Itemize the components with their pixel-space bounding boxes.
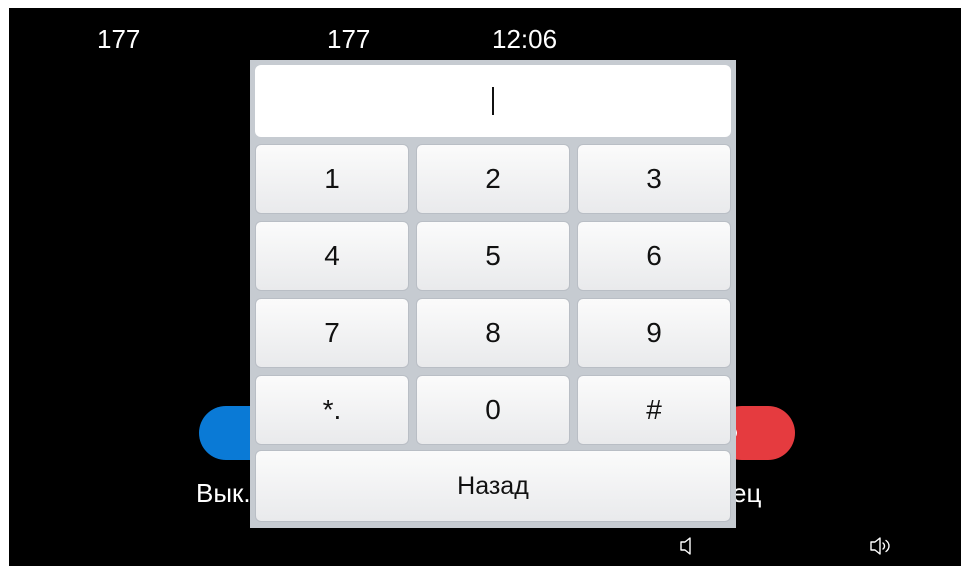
key-2[interactable]: 2 [416,144,570,214]
key-0[interactable]: 0 [416,375,570,445]
status-left-number: 177 [97,24,141,54]
key-5[interactable]: 5 [416,221,570,291]
speaker-icon[interactable] [679,536,695,556]
text-cursor [492,87,494,115]
key-7[interactable]: 7 [255,298,409,368]
end-call-button-label: ец [732,478,762,508]
key-4[interactable]: 4 [255,221,409,291]
status-center-number: 177 [327,24,371,54]
dial-input[interactable] [255,65,731,137]
key-3[interactable]: 3 [577,144,731,214]
back-button[interactable]: Назад [255,450,731,522]
mute-button-label: Вык. [196,478,251,508]
call-screen: 177 177 12:06 Вык. ец 1 2 3 4 5 6 7 8 9 … [9,8,961,566]
speaker-volume-icon[interactable] [869,536,893,556]
key-8[interactable]: 8 [416,298,570,368]
key-star[interactable]: *. [255,375,409,445]
key-1[interactable]: 1 [255,144,409,214]
key-hash[interactable]: # [577,375,731,445]
status-time: 12:06 [492,24,558,54]
key-9[interactable]: 9 [577,298,731,368]
key-6[interactable]: 6 [577,221,731,291]
dialpad-panel: 1 2 3 4 5 6 7 8 9 *. 0 # Назад [250,60,736,528]
